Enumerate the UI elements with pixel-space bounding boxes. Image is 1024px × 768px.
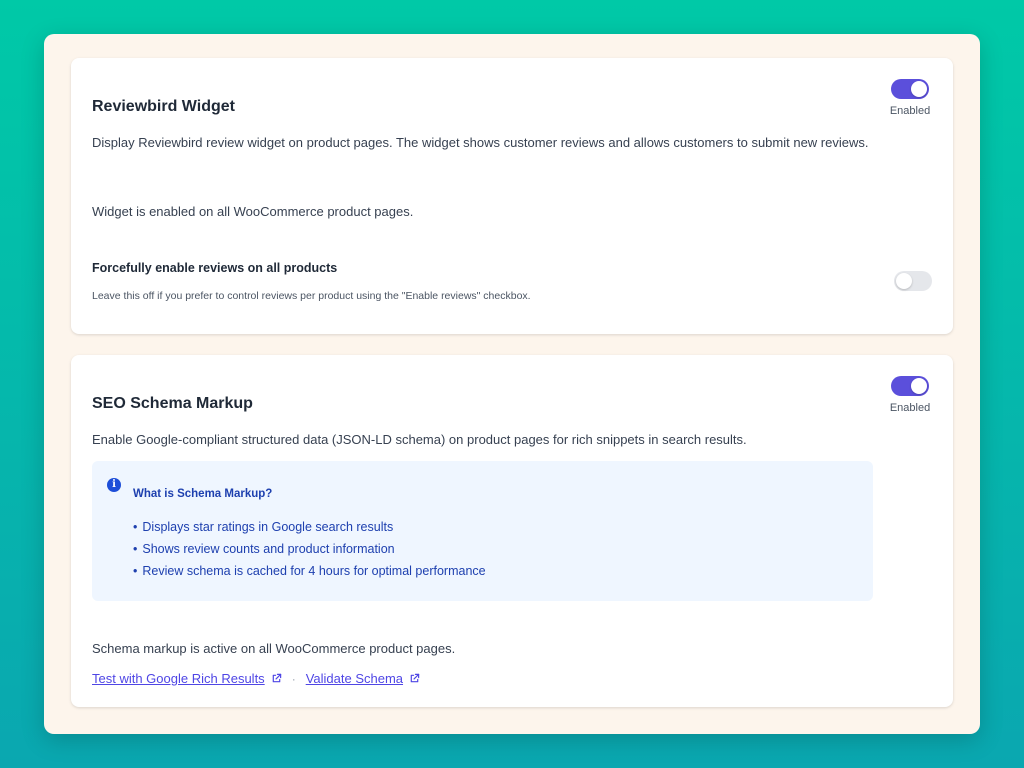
force-enable-toggle[interactable] [894,271,932,291]
external-link-icon [410,673,420,683]
schema-links: Test with Google Rich Results · Validate… [92,671,420,686]
seo-card-title: SEO Schema Markup [92,395,253,412]
test-rich-results-label: Test with Google Rich Results [92,671,265,686]
schema-info-box: i What is Schema Markup? Displays star r… [92,461,873,601]
widget-card-description: Display Reviewbird review widget on prod… [92,135,869,150]
list-item: Displays star ratings in Google search r… [133,516,486,538]
seo-enable-toggle[interactable] [891,376,929,396]
reviewbird-widget-card: Reviewbird Widget Display Reviewbird rev… [71,58,953,334]
toggle-knob [911,378,927,394]
schema-status-text: Schema markup is active on all WooCommer… [92,641,456,656]
info-icon: i [107,478,121,492]
widget-card-title: Reviewbird Widget [92,98,235,115]
validate-schema-link[interactable]: Validate Schema [306,671,420,686]
test-rich-results-link[interactable]: Test with Google Rich Results [92,671,282,686]
widget-enable-toggle[interactable] [891,79,929,99]
widget-status-text: Widget is enabled on all WooCommerce pro… [92,204,414,219]
seo-card-description: Enable Google-compliant structured data … [92,432,747,447]
seo-toggle-label: Enabled [889,402,931,414]
list-item: Review schema is cached for 4 hours for … [133,560,485,582]
force-enable-hint: Leave this off if you prefer to control … [92,290,531,302]
toggle-knob [911,81,927,97]
info-box-title: What is Schema Markup? [133,488,273,500]
external-link-icon [272,673,281,683]
widget-toggle-group: Enabled [888,79,932,117]
validate-schema-label: Validate Schema [305,671,404,686]
force-enable-title: Forcefully enable reviews on all product… [92,261,338,275]
settings-frame: Reviewbird Widget Display Reviewbird rev… [44,34,980,734]
link-separator: · [291,671,296,686]
seo-toggle-group: Enabled [888,376,932,414]
list-item: Shows review counts and product informat… [133,538,486,560]
seo-schema-card: SEO Schema Markup Enable Google-complian… [71,355,953,707]
toggle-knob [896,273,912,289]
info-list: Displays star ratings in Google search r… [133,516,486,582]
widget-toggle-label: Enabled [889,105,931,117]
